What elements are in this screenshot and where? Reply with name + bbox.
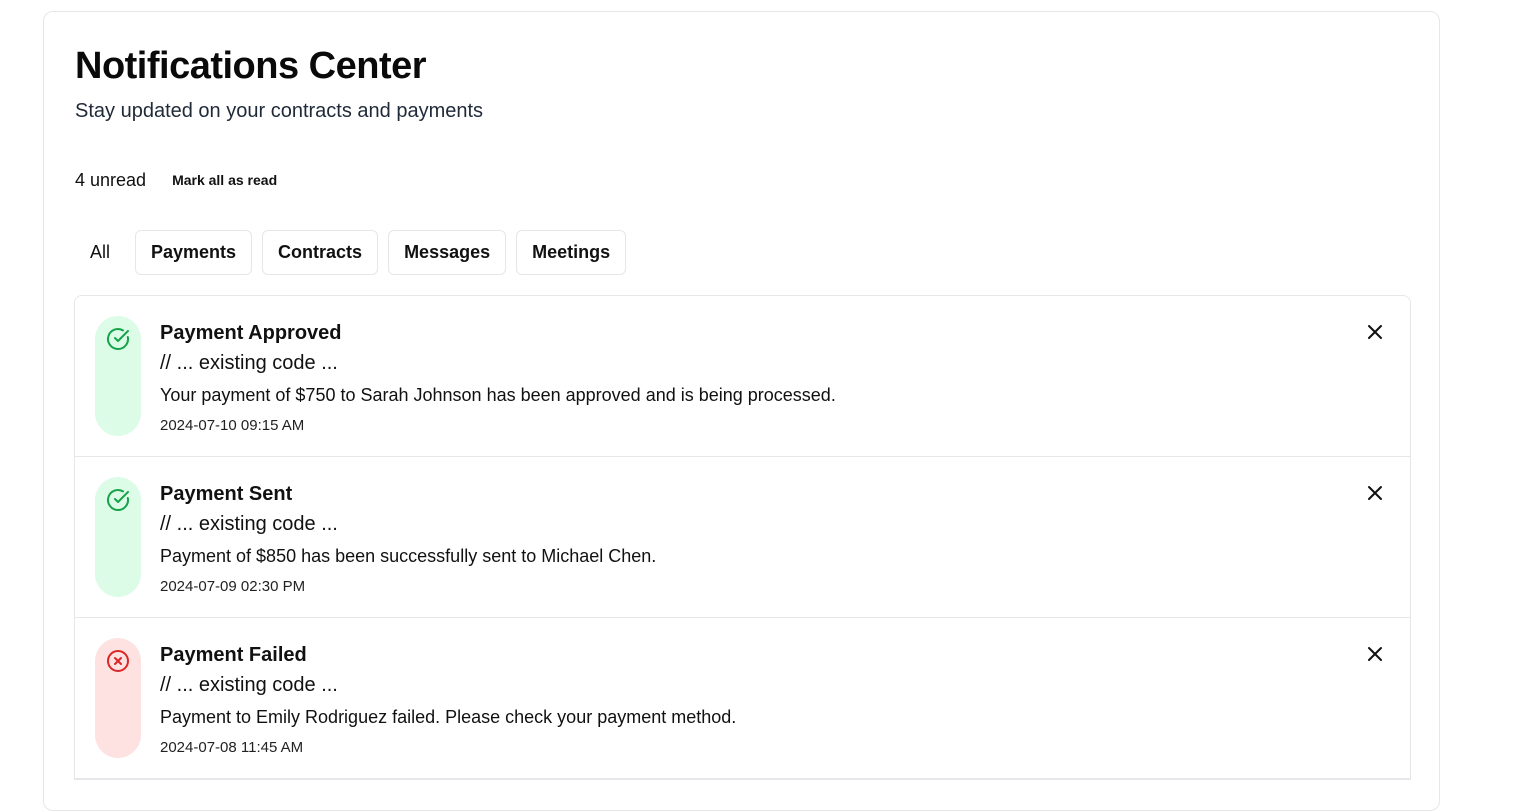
x-circle-icon — [106, 649, 130, 673]
notification-code: // ... existing code ... — [160, 674, 338, 696]
tab-payments[interactable]: Payments — [135, 230, 253, 275]
close-icon[interactable] — [1365, 644, 1385, 664]
notifications-toolbar: 4 unread Mark all as read — [75, 166, 277, 194]
notification-timestamp: 2024-07-10 09:15 AM — [160, 417, 305, 434]
notification-message: Payment of $850 has been successfully se… — [160, 546, 657, 566]
check-circle-icon — [106, 488, 130, 512]
notification-timestamp: 2024-07-09 02:30 PM — [160, 578, 306, 595]
notification-title: Payment Approved — [160, 322, 342, 344]
close-icon[interactable] — [1365, 483, 1385, 503]
unread-count: 4 unread — [75, 169, 147, 190]
status-indicator — [95, 638, 141, 758]
notification-timestamp: 2024-07-08 11:45 AM — [160, 739, 304, 756]
notification-code: // ... existing code ... — [160, 352, 338, 374]
status-indicator — [95, 316, 141, 436]
notification-item: Payment Sent // ... existing code ... Pa… — [75, 457, 1410, 618]
notification-code: // ... existing code ... — [160, 513, 338, 535]
status-indicator — [95, 477, 141, 597]
page-subtitle: Stay updated on your contracts and payme… — [75, 100, 484, 122]
notification-title: Payment Sent — [160, 483, 293, 505]
check-circle-icon — [106, 327, 130, 351]
mark-all-read-button[interactable]: Mark all as read — [172, 172, 277, 188]
tab-messages[interactable]: Messages — [388, 230, 507, 275]
notification-message: Your payment of $750 to Sarah Johnson ha… — [160, 385, 836, 405]
notifications-card: Notifications Center Stay updated on you… — [43, 11, 1440, 811]
notification-list: Payment Approved // ... existing code ..… — [74, 295, 1411, 780]
tab-meetings[interactable]: Meetings — [516, 230, 627, 275]
notification-item: Payment Approved // ... existing code ..… — [75, 296, 1410, 457]
tab-all[interactable]: All — [75, 230, 125, 275]
page-title: Notifications Center — [75, 45, 427, 87]
notification-item: Payment Failed // ... existing code ... … — [75, 618, 1410, 779]
filter-tabs: All Payments Contracts Messages Meetings — [75, 230, 627, 275]
notification-message: Payment to Emily Rodriguez failed. Pleas… — [160, 707, 737, 727]
notification-title: Payment Failed — [160, 644, 307, 666]
close-icon[interactable] — [1365, 322, 1385, 342]
tab-contracts[interactable]: Contracts — [262, 230, 379, 275]
